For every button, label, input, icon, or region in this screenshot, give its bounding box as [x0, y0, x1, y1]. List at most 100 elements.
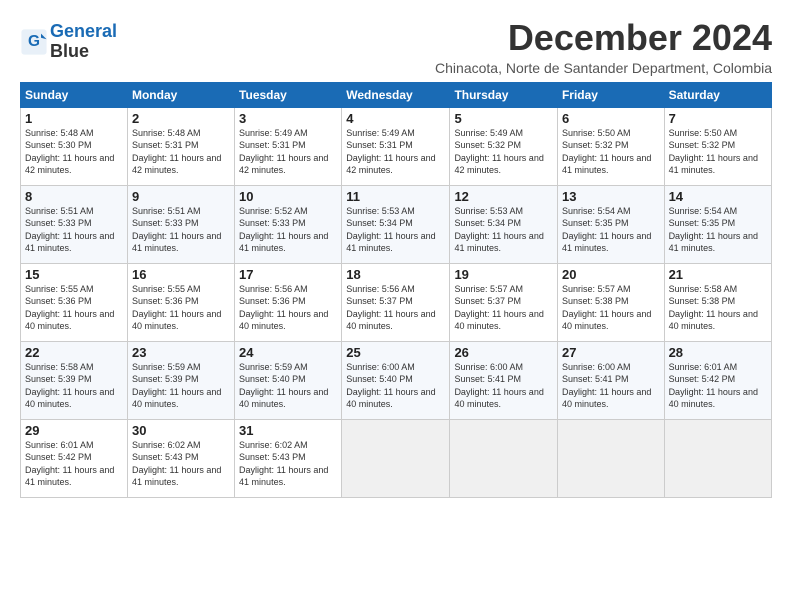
table-row: 23 Sunrise: 5:59 AMSunset: 5:39 PMDaylig… [127, 341, 234, 419]
day-detail: Sunrise: 5:59 AMSunset: 5:40 PMDaylight:… [239, 361, 337, 411]
day-number: 10 [239, 189, 337, 204]
calendar-week-1: 1 Sunrise: 5:48 AMSunset: 5:30 PMDayligh… [21, 107, 772, 185]
header-friday: Friday [557, 82, 664, 107]
table-row: 17 Sunrise: 5:56 AMSunset: 5:36 PMDaylig… [235, 263, 342, 341]
table-row: 25 Sunrise: 6:00 AMSunset: 5:40 PMDaylig… [342, 341, 450, 419]
calendar: Sunday Monday Tuesday Wednesday Thursday… [20, 82, 772, 498]
day-detail: Sunrise: 5:53 AMSunset: 5:34 PMDaylight:… [346, 205, 445, 255]
table-row: 2 Sunrise: 5:48 AMSunset: 5:31 PMDayligh… [127, 107, 234, 185]
table-row: 5 Sunrise: 5:49 AMSunset: 5:32 PMDayligh… [450, 107, 558, 185]
day-number: 31 [239, 423, 337, 438]
day-number: 29 [25, 423, 123, 438]
logo-line2: Blue [50, 41, 89, 61]
day-number: 28 [669, 345, 767, 360]
day-number: 18 [346, 267, 445, 282]
day-detail: Sunrise: 5:58 AMSunset: 5:38 PMDaylight:… [669, 283, 767, 333]
table-row: 16 Sunrise: 5:55 AMSunset: 5:36 PMDaylig… [127, 263, 234, 341]
day-number: 20 [562, 267, 660, 282]
table-row: 22 Sunrise: 5:58 AMSunset: 5:39 PMDaylig… [21, 341, 128, 419]
day-detail: Sunrise: 5:51 AMSunset: 5:33 PMDaylight:… [132, 205, 230, 255]
day-detail: Sunrise: 5:55 AMSunset: 5:36 PMDaylight:… [132, 283, 230, 333]
day-detail: Sunrise: 5:50 AMSunset: 5:32 PMDaylight:… [562, 127, 660, 177]
table-row: 8 Sunrise: 5:51 AMSunset: 5:33 PMDayligh… [21, 185, 128, 263]
header: G General Blue December 2024 Chinacota, … [20, 18, 772, 76]
day-number: 23 [132, 345, 230, 360]
day-detail: Sunrise: 5:59 AMSunset: 5:39 PMDaylight:… [132, 361, 230, 411]
day-detail: Sunrise: 6:01 AMSunset: 5:42 PMDaylight:… [669, 361, 767, 411]
day-number: 16 [132, 267, 230, 282]
calendar-header-row: Sunday Monday Tuesday Wednesday Thursday… [21, 82, 772, 107]
day-number: 5 [454, 111, 553, 126]
table-row: 27 Sunrise: 6:00 AMSunset: 5:41 PMDaylig… [557, 341, 664, 419]
day-detail: Sunrise: 5:53 AMSunset: 5:34 PMDaylight:… [454, 205, 553, 255]
day-detail: Sunrise: 5:54 AMSunset: 5:35 PMDaylight:… [562, 205, 660, 255]
title-block: December 2024 Chinacota, Norte de Santan… [435, 18, 772, 76]
calendar-week-5: 29 Sunrise: 6:01 AMSunset: 5:42 PMDaylig… [21, 419, 772, 497]
day-detail: Sunrise: 5:51 AMSunset: 5:33 PMDaylight:… [25, 205, 123, 255]
day-detail: Sunrise: 6:01 AMSunset: 5:42 PMDaylight:… [25, 439, 123, 489]
day-number: 17 [239, 267, 337, 282]
logo-icon: G [20, 28, 48, 56]
header-tuesday: Tuesday [235, 82, 342, 107]
day-detail: Sunrise: 5:49 AMSunset: 5:32 PMDaylight:… [454, 127, 553, 177]
day-number: 1 [25, 111, 123, 126]
day-number: 14 [669, 189, 767, 204]
day-detail: Sunrise: 6:00 AMSunset: 5:40 PMDaylight:… [346, 361, 445, 411]
day-detail: Sunrise: 6:02 AMSunset: 5:43 PMDaylight:… [132, 439, 230, 489]
day-detail: Sunrise: 5:56 AMSunset: 5:36 PMDaylight:… [239, 283, 337, 333]
page: G General Blue December 2024 Chinacota, … [0, 0, 792, 612]
day-number: 12 [454, 189, 553, 204]
table-row: 31 Sunrise: 6:02 AMSunset: 5:43 PMDaylig… [235, 419, 342, 497]
table-row: 12 Sunrise: 5:53 AMSunset: 5:34 PMDaylig… [450, 185, 558, 263]
table-row: 6 Sunrise: 5:50 AMSunset: 5:32 PMDayligh… [557, 107, 664, 185]
table-row: 24 Sunrise: 5:59 AMSunset: 5:40 PMDaylig… [235, 341, 342, 419]
day-number: 26 [454, 345, 553, 360]
day-number: 6 [562, 111, 660, 126]
table-row: 30 Sunrise: 6:02 AMSunset: 5:43 PMDaylig… [127, 419, 234, 497]
table-row: 13 Sunrise: 5:54 AMSunset: 5:35 PMDaylig… [557, 185, 664, 263]
day-number: 4 [346, 111, 445, 126]
day-number: 15 [25, 267, 123, 282]
table-row: 15 Sunrise: 5:55 AMSunset: 5:36 PMDaylig… [21, 263, 128, 341]
table-row: 11 Sunrise: 5:53 AMSunset: 5:34 PMDaylig… [342, 185, 450, 263]
day-number: 27 [562, 345, 660, 360]
table-row: 20 Sunrise: 5:57 AMSunset: 5:38 PMDaylig… [557, 263, 664, 341]
table-row [664, 419, 771, 497]
table-row: 29 Sunrise: 6:01 AMSunset: 5:42 PMDaylig… [21, 419, 128, 497]
table-row: 19 Sunrise: 5:57 AMSunset: 5:37 PMDaylig… [450, 263, 558, 341]
day-number: 3 [239, 111, 337, 126]
day-detail: Sunrise: 5:57 AMSunset: 5:38 PMDaylight:… [562, 283, 660, 333]
table-row: 18 Sunrise: 5:56 AMSunset: 5:37 PMDaylig… [342, 263, 450, 341]
logo-line1: General [50, 21, 117, 41]
day-number: 22 [25, 345, 123, 360]
day-detail: Sunrise: 5:54 AMSunset: 5:35 PMDaylight:… [669, 205, 767, 255]
day-number: 2 [132, 111, 230, 126]
logo: G General Blue [20, 22, 117, 62]
day-detail: Sunrise: 5:57 AMSunset: 5:37 PMDaylight:… [454, 283, 553, 333]
day-detail: Sunrise: 5:50 AMSunset: 5:32 PMDaylight:… [669, 127, 767, 177]
table-row: 10 Sunrise: 5:52 AMSunset: 5:33 PMDaylig… [235, 185, 342, 263]
table-row: 7 Sunrise: 5:50 AMSunset: 5:32 PMDayligh… [664, 107, 771, 185]
day-number: 24 [239, 345, 337, 360]
table-row: 3 Sunrise: 5:49 AMSunset: 5:31 PMDayligh… [235, 107, 342, 185]
day-detail: Sunrise: 6:00 AMSunset: 5:41 PMDaylight:… [562, 361, 660, 411]
day-number: 13 [562, 189, 660, 204]
day-number: 25 [346, 345, 445, 360]
table-row [557, 419, 664, 497]
header-thursday: Thursday [450, 82, 558, 107]
location: Chinacota, Norte de Santander Department… [435, 60, 772, 76]
table-row: 21 Sunrise: 5:58 AMSunset: 5:38 PMDaylig… [664, 263, 771, 341]
day-number: 21 [669, 267, 767, 282]
day-number: 19 [454, 267, 553, 282]
svg-text:G: G [28, 33, 40, 50]
day-number: 30 [132, 423, 230, 438]
table-row [450, 419, 558, 497]
day-detail: Sunrise: 6:02 AMSunset: 5:43 PMDaylight:… [239, 439, 337, 489]
day-detail: Sunrise: 5:56 AMSunset: 5:37 PMDaylight:… [346, 283, 445, 333]
table-row: 14 Sunrise: 5:54 AMSunset: 5:35 PMDaylig… [664, 185, 771, 263]
day-number: 11 [346, 189, 445, 204]
calendar-week-4: 22 Sunrise: 5:58 AMSunset: 5:39 PMDaylig… [21, 341, 772, 419]
month-title: December 2024 [435, 18, 772, 58]
day-detail: Sunrise: 5:49 AMSunset: 5:31 PMDaylight:… [239, 127, 337, 177]
header-saturday: Saturday [664, 82, 771, 107]
